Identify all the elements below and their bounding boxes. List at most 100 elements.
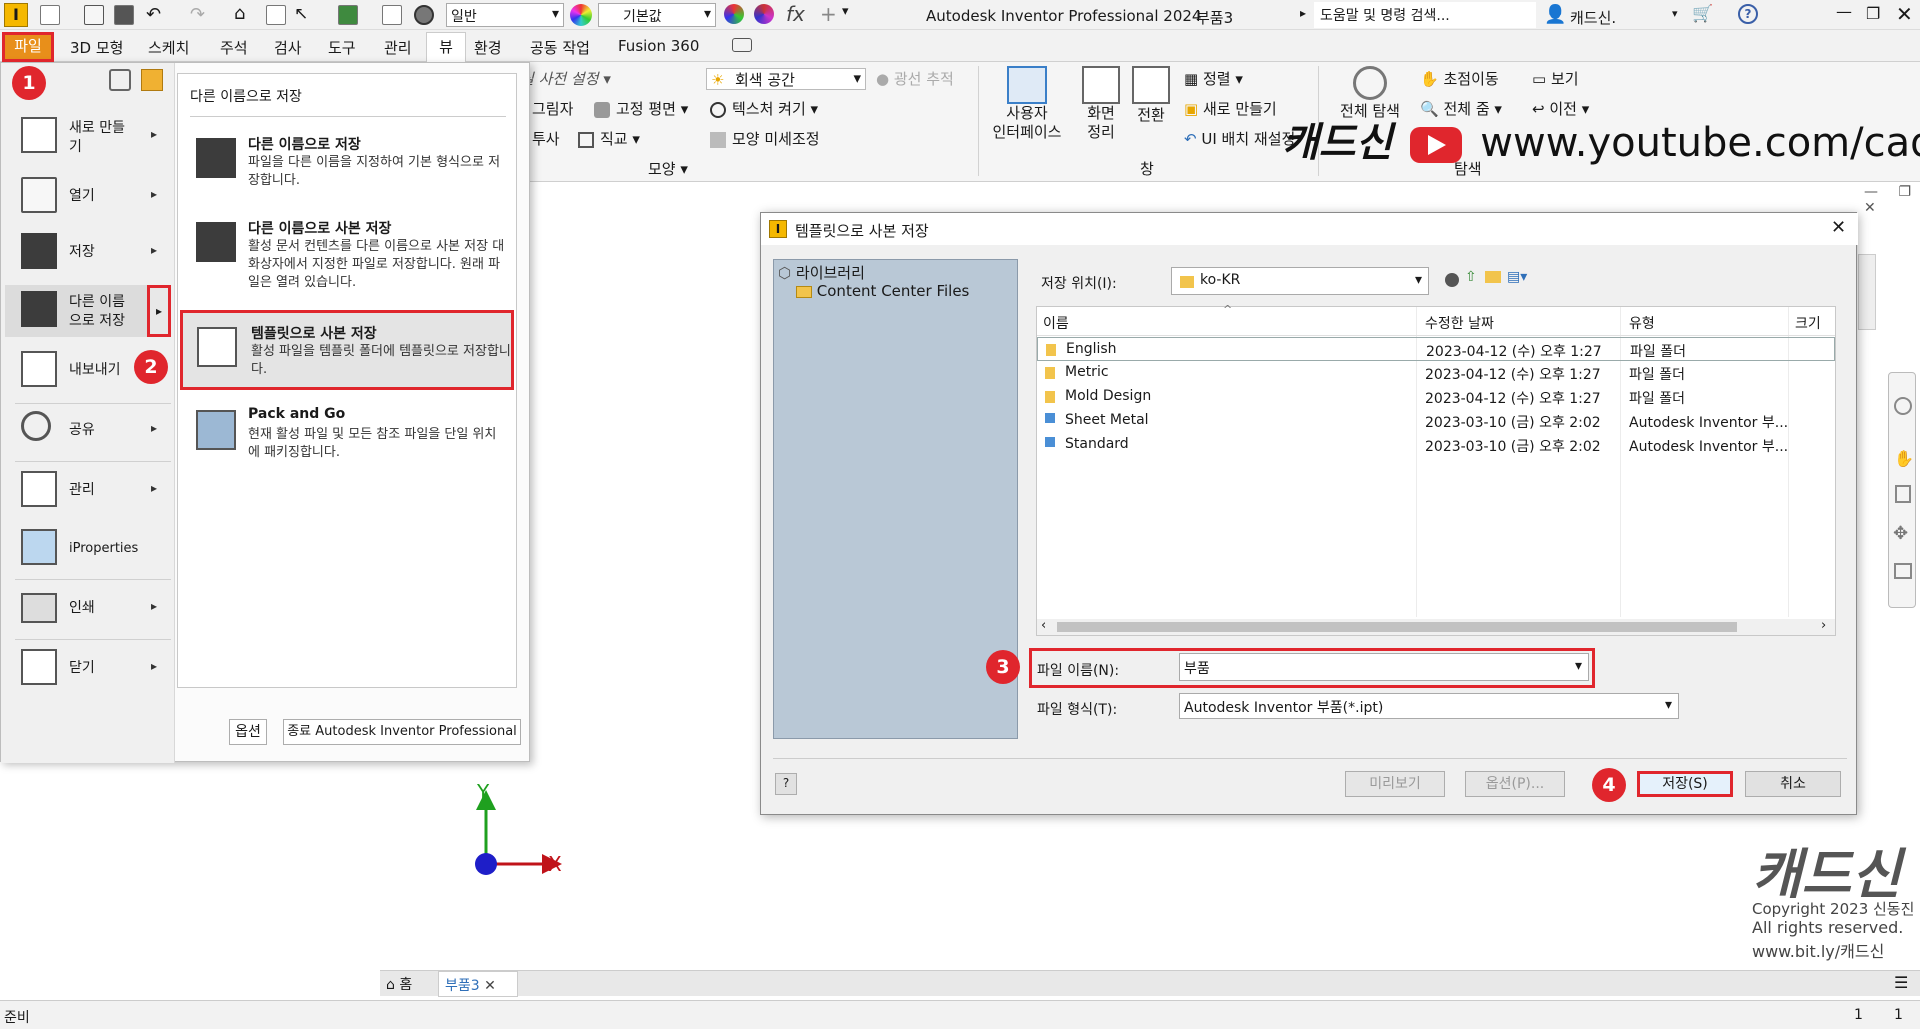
- list-item[interactable]: Standard 2023-03-10 (금) 오후 2:02 Autodesk I…: [1037, 433, 1835, 457]
- list-item[interactable]: Sheet Metal 2023-03-10 (금) 오후 2:02 Autodes…: [1037, 409, 1835, 433]
- file-list[interactable]: ^ 이름 수정한 날짜 유형 크기 English 2023-04-12 (수) …: [1036, 303, 1836, 636]
- help-button[interactable]: ?: [775, 773, 797, 795]
- tab-view[interactable]: 뷰: [426, 32, 466, 62]
- look-at-icon[interactable]: [1894, 563, 1912, 579]
- ray-trace-button[interactable]: ● 광선 추적: [876, 68, 954, 89]
- reset-ui-button[interactable]: ↶ UI 배치 재설정: [1184, 128, 1295, 149]
- clean-screen-button[interactable]: 화면 정리: [1076, 66, 1126, 156]
- customize-icon[interactable]: ▾: [842, 4, 849, 19]
- options-button[interactable]: 옵션: [229, 719, 267, 745]
- close-tab-icon[interactable]: ✕: [484, 978, 496, 994]
- open-icon[interactable]: [84, 5, 104, 25]
- menu-item-new[interactable]: 새로 만들 기 ▸: [11, 111, 171, 163]
- tab-manage[interactable]: 관리: [384, 37, 412, 58]
- redo-icon[interactable]: ↷: [190, 4, 205, 25]
- fixed-plane-button[interactable]: 고정 평면 ▾: [594, 98, 688, 119]
- scroll-right-icon[interactable]: ›: [1821, 618, 1826, 633]
- appearance-icon[interactable]: [724, 4, 744, 24]
- open-docs-icon[interactable]: [141, 69, 163, 91]
- shadow-button[interactable]: 그림자: [532, 98, 573, 119]
- texture-button[interactable]: 텍스처 켜기 ▾: [710, 98, 818, 119]
- save-in-select[interactable]: ko-KR ▾: [1171, 267, 1429, 295]
- menu-item-print[interactable]: 인쇄 ▸: [11, 583, 171, 635]
- pan-icon[interactable]: ✋: [1894, 449, 1914, 468]
- tab-inspect[interactable]: 검사: [274, 37, 302, 58]
- select-icon[interactable]: ↖: [294, 4, 308, 24]
- submenu-save-as[interactable]: 다른 이름으로 저장 파일을 다른 이름을 지정하여 기본 형식으로 저장합니다.: [188, 134, 508, 198]
- menu-icon[interactable]: ☰: [1894, 973, 1908, 992]
- filetype-select[interactable]: Autodesk Inventor 부품(*.ipt) ▾: [1179, 693, 1679, 719]
- appearance-tune-button[interactable]: 모양 미세조정: [710, 128, 820, 149]
- chevron-down-icon[interactable]: ▾: [1672, 7, 1678, 20]
- user-interface-button[interactable]: 사용자 인터페이스: [990, 66, 1064, 156]
- material-icon[interactable]: [414, 5, 434, 25]
- menu-item-open[interactable]: 열기 ▸: [11, 171, 171, 223]
- close-window-icon[interactable]: ✕: [1896, 2, 1913, 26]
- recent-docs-icon[interactable]: [109, 69, 131, 91]
- plus-icon[interactable]: +: [820, 2, 837, 26]
- user-icon[interactable]: 👤: [1544, 4, 1566, 25]
- column-header-date[interactable]: 수정한 날짜: [1425, 313, 1494, 333]
- pan-button[interactable]: ✋ 초점이동: [1420, 68, 1499, 89]
- save-icon[interactable]: [114, 5, 134, 25]
- scroll-left-icon[interactable]: ‹: [1041, 618, 1046, 633]
- column-header-size[interactable]: 크기: [1795, 313, 1821, 333]
- cancel-button[interactable]: 취소: [1745, 771, 1841, 797]
- scroll-thumb[interactable]: [1057, 622, 1737, 632]
- content-center-node[interactable]: Content Center Files: [796, 282, 969, 300]
- preset-select[interactable]: 실 사전 설정 ▾: [520, 68, 611, 89]
- ortho-button[interactable]: 직교 ▾: [578, 128, 640, 149]
- tab-part3[interactable]: 부품3 ✕: [438, 971, 518, 997]
- save-as-expand-button[interactable]: ▸: [147, 285, 171, 337]
- list-item[interactable]: Mold Design 2023-04-12 (수) 오후 1:27 파일 폴더: [1037, 385, 1835, 409]
- new-doc-icon[interactable]: [40, 5, 60, 25]
- appearance-select[interactable]: 기본값 ▾: [598, 3, 716, 27]
- help-icon[interactable]: ?: [1738, 4, 1758, 24]
- view-cube-edge[interactable]: [1858, 254, 1876, 330]
- perspective-button[interactable]: 투사: [532, 128, 560, 149]
- view-menu-icon[interactable]: ▤▾: [1507, 269, 1527, 285]
- library-node[interactable]: ⬡ 라이브러리: [778, 262, 865, 283]
- view-button[interactable]: ▭ 보기: [1532, 68, 1579, 89]
- options-button[interactable]: 옵션(P)...: [1465, 771, 1565, 797]
- submenu-save-copy-as[interactable]: 다른 이름으로 사본 저장 활성 문서 컨텐츠를 다른 이름으로 사본 저장 대화…: [188, 218, 508, 290]
- user-name[interactable]: 캐드신.: [1570, 7, 1616, 28]
- horizontal-scrollbar[interactable]: ‹ ›: [1037, 618, 1835, 635]
- exit-button[interactable]: 종료 Autodesk Inventor Professional: [283, 719, 521, 745]
- steering-wheel-icon[interactable]: [1894, 397, 1912, 415]
- clear-appearance-icon[interactable]: [754, 4, 774, 24]
- app-logo-icon[interactable]: I: [4, 3, 28, 27]
- tab-home[interactable]: ⌂ 홈: [386, 974, 412, 994]
- column-header-name[interactable]: 이름: [1043, 313, 1069, 333]
- minimize-icon[interactable]: —: [1836, 2, 1852, 21]
- save-button[interactable]: 저장(S): [1637, 771, 1733, 797]
- tab-annotate[interactable]: 주석: [220, 37, 248, 58]
- restore-icon[interactable]: ❐: [1866, 4, 1880, 23]
- menu-item-save[interactable]: 저장 ▸: [11, 227, 171, 279]
- tab-fusion360[interactable]: Fusion 360: [618, 37, 699, 55]
- zoom-icon[interactable]: [1895, 485, 1911, 503]
- column-header-type[interactable]: 유형: [1629, 313, 1655, 333]
- menu-item-share[interactable]: 공유 ▸: [11, 405, 171, 457]
- tab-3d-model[interactable]: 3D 모형: [70, 37, 123, 58]
- cart-icon[interactable]: 🛒: [1692, 4, 1713, 24]
- panel-toggle-icon[interactable]: [732, 38, 752, 52]
- tab-collaborate[interactable]: 공동 작업: [530, 37, 590, 58]
- menu-item-close[interactable]: 닫기 ▸: [11, 643, 171, 695]
- dialog-close-icon[interactable]: ✕: [1831, 217, 1846, 238]
- up-folder-icon[interactable]: ⇧: [1465, 269, 1477, 285]
- gray-space-select[interactable]: ☀ 회색 공간 ▾: [706, 68, 866, 90]
- new-window-button[interactable]: ▣ 새로 만들기: [1184, 98, 1277, 119]
- tab-environment[interactable]: 환경: [474, 37, 502, 58]
- function-icon[interactable]: fx: [786, 2, 805, 26]
- menu-item-manage[interactable]: 관리 ▸: [11, 465, 171, 517]
- update-icon[interactable]: [338, 5, 358, 25]
- search-input[interactable]: 도움말 및 명령 검색...: [1314, 2, 1536, 28]
- submenu-pack-and-go[interactable]: Pack and Go 현재 활성 파일 및 모든 참조 파일을 단일 위치에 패…: [188, 406, 508, 470]
- color-wheel-icon[interactable]: [570, 4, 592, 26]
- list-item[interactable]: English 2023-04-12 (수) 오후 1:27 파일 폴더: [1037, 337, 1835, 361]
- chevron-right-icon[interactable]: ▸: [1300, 6, 1306, 20]
- style-select[interactable]: 일반 ▾: [446, 3, 564, 27]
- orbit-icon[interactable]: ✥: [1893, 523, 1908, 544]
- tab-sketch[interactable]: 스케치: [148, 37, 189, 58]
